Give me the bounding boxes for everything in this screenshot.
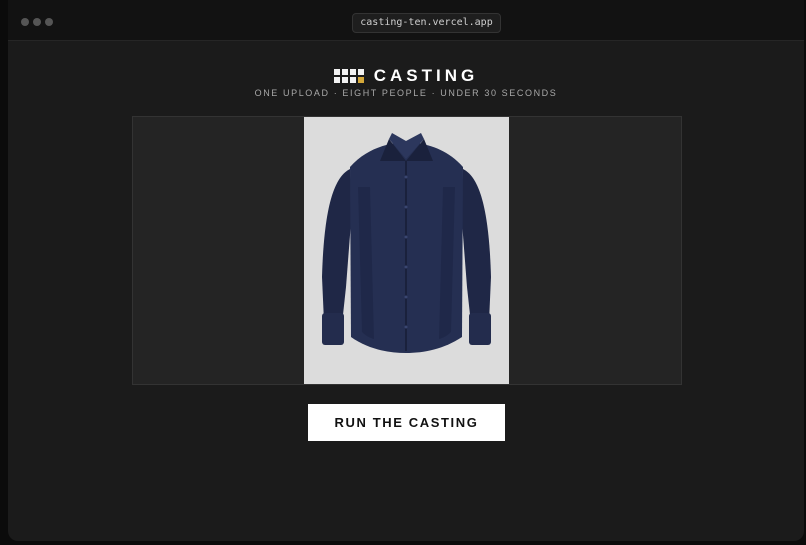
browser-window: casting-ten.vercel.app CASTING ONE UPLOA… — [8, 0, 804, 541]
brand-header: CASTING — [8, 62, 804, 86]
close-window-button[interactable] — [21, 18, 29, 26]
app-title: CASTING — [373, 66, 479, 85]
uploaded-garment-image — [304, 117, 509, 384]
tagline: ONE UPLOAD · EIGHT PEOPLE · UNDER 30 SEC… — [254, 88, 558, 98]
maximize-window-button[interactable] — [45, 18, 53, 26]
upload-stage — [132, 116, 682, 385]
browser-chrome: casting-ten.vercel.app — [8, 0, 804, 41]
grid-logo-icon — [333, 69, 364, 83]
run-casting-button[interactable]: RUN THE CASTING — [308, 404, 505, 441]
minimize-window-button[interactable] — [33, 18, 41, 26]
shirt-illustration — [322, 133, 491, 353]
url-bar[interactable]: casting-ten.vercel.app — [352, 13, 501, 33]
